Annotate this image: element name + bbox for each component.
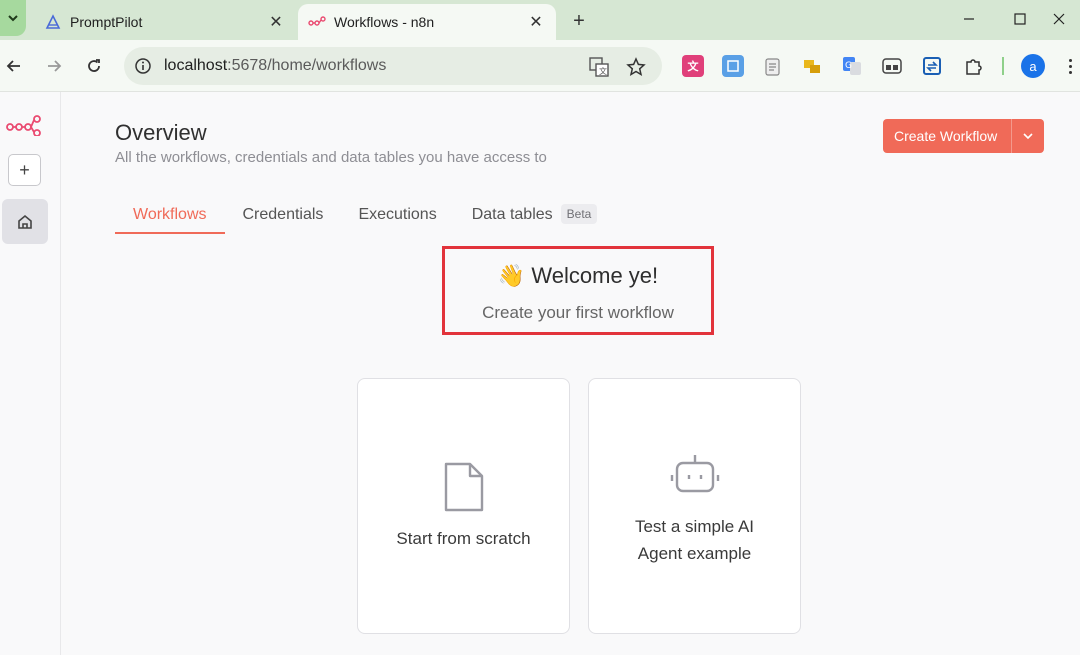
add-button[interactable]: +: [8, 154, 41, 186]
extension-reader-icon[interactable]: [881, 55, 903, 77]
card-label-line2: Agent example: [637, 544, 752, 563]
card-label: Start from scratch: [396, 529, 531, 548]
extension-screenshot-icon[interactable]: [722, 55, 744, 77]
waving-hand-icon: 👋: [497, 263, 526, 288]
welcome-heading-box: 👋 Welcome ye! Create your first workflow: [442, 246, 714, 335]
tab-label: Data tables: [471, 206, 553, 223]
create-workflow-label: Create Workflow: [894, 128, 998, 144]
new-tab-button[interactable]: +: [566, 8, 592, 34]
tab-title: Workflows - n8n: [334, 14, 435, 30]
extension-sync-icon[interactable]: [921, 55, 943, 77]
reload-button[interactable]: [80, 52, 108, 80]
tab-title: PromptPilot: [70, 14, 143, 30]
create-workflow-button[interactable]: Create Workflow: [883, 119, 1044, 153]
promptpilot-icon: [44, 13, 62, 31]
maximize-button[interactable]: [1003, 4, 1037, 34]
tab-label: Workflows: [133, 206, 207, 223]
url-text[interactable]: localhost:5678/home/workflows: [164, 57, 662, 75]
arrow-left-icon: [6, 60, 20, 72]
toolbar-divider: [1002, 57, 1004, 75]
url-path: :5678/home/workflows: [227, 57, 387, 74]
chevron-down-icon: [8, 15, 18, 22]
ai-agent-example-card[interactable]: Test a simple AI Agent example: [588, 378, 801, 634]
extensions-puzzle-icon[interactable]: [962, 55, 984, 77]
welcome-title: 👋 Welcome ye!: [445, 263, 711, 289]
svg-text:文: 文: [599, 66, 607, 76]
tab-label: Credentials: [242, 206, 324, 223]
close-icon[interactable]: ✕: [526, 12, 546, 32]
svg-text:G: G: [845, 61, 852, 71]
arrow-right-icon: [48, 60, 62, 72]
tab-search-button[interactable]: [0, 0, 26, 36]
site-info-icon[interactable]: [134, 57, 152, 75]
url-host: localhost: [164, 57, 228, 74]
close-window-button[interactable]: [1042, 4, 1076, 34]
tab-executions[interactable]: Executions: [358, 198, 436, 234]
app-sidebar: +: [0, 92, 61, 655]
create-options-dropdown[interactable]: [1012, 130, 1044, 142]
n8n-logo-icon[interactable]: [6, 114, 42, 137]
reload-icon: [88, 59, 100, 72]
forward-button[interactable]: [40, 52, 68, 80]
browser-tab-workflows[interactable]: Workflows - n8n ✕: [298, 4, 556, 40]
minimize-icon: [964, 18, 974, 20]
sidebar-item-home[interactable]: [2, 199, 48, 244]
extension-tool-icon[interactable]: [801, 55, 823, 77]
n8n-icon: [308, 13, 326, 31]
tab-label: Executions: [358, 206, 437, 223]
browser-menu-icon[interactable]: [1062, 54, 1078, 78]
welcome-title-text: Welcome ye!: [531, 263, 659, 288]
tab-data-tables[interactable]: Data tables Beta: [472, 198, 598, 234]
star-icon[interactable]: [626, 57, 646, 77]
browser-tabstrip: PromptPilot ✕ Workflows - n8n ✕ +: [0, 0, 1080, 40]
profile-avatar[interactable]: a: [1021, 54, 1045, 78]
page-subtitle: All the workflows, credentials and data …: [115, 149, 547, 166]
file-icon: [444, 462, 483, 512]
welcome-subtitle: Create your first workflow: [482, 303, 674, 322]
close-icon[interactable]: ✕: [266, 12, 286, 32]
extension-clipboard-icon[interactable]: [762, 55, 784, 77]
browser-tab-promptpilot[interactable]: PromptPilot ✕: [34, 4, 296, 40]
extension-translate-icon[interactable]: 文: [682, 55, 704, 77]
tab-workflows[interactable]: Workflows: [115, 198, 225, 234]
beta-badge: Beta: [560, 204, 598, 224]
overview-tabs: Workflows Credentials Executions Data ta…: [115, 198, 598, 234]
translate-icon[interactable]: 文: [589, 57, 609, 77]
start-from-scratch-card[interactable]: Start from scratch: [357, 378, 570, 634]
plus-icon: +: [19, 159, 30, 180]
robot-icon: [670, 455, 719, 493]
card-label-line1: Test a simple AI: [634, 517, 755, 536]
minimize-button[interactable]: [952, 4, 986, 34]
maximize-icon: [1014, 13, 1026, 25]
close-icon: [1053, 13, 1065, 25]
browser-toolbar: localhost:5678/home/workflows 文 文 G a: [0, 40, 1080, 92]
address-bar[interactable]: localhost:5678/home/workflows 文: [124, 47, 662, 85]
extension-google-translate-icon[interactable]: G: [841, 55, 863, 77]
back-button[interactable]: [0, 52, 28, 80]
home-icon: [18, 214, 32, 229]
chevron-down-icon: [1023, 133, 1033, 140]
tab-credentials[interactable]: Credentials: [243, 198, 324, 234]
page-title: Overview: [115, 120, 207, 145]
main-content: Overview All the workflows, credentials …: [62, 92, 1080, 655]
